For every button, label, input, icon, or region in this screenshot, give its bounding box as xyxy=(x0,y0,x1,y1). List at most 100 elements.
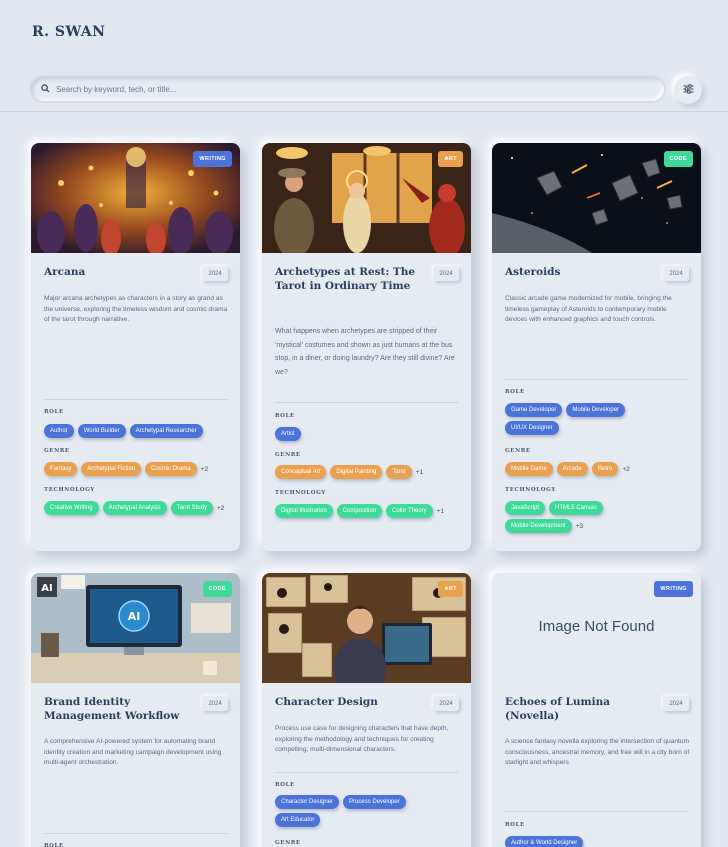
role-tag[interactable]: Archetypal Researcher xyxy=(129,424,203,438)
project-card-brand-identity[interactable]: AI AI CODE Brand Identity Management Wor… xyxy=(31,573,240,847)
category-badge: WRITING xyxy=(654,581,693,597)
role-tag[interactable]: World Builder xyxy=(77,424,126,438)
role-tags: Author World Builder Archetypal Research… xyxy=(44,424,234,438)
card-description: What happens when archetypes are strippe… xyxy=(275,328,455,376)
project-image-brand-identity: AI AI CODE xyxy=(31,573,240,683)
project-card-arcana[interactable]: WRITING Arcana 2024 Major arcana archety… xyxy=(31,143,240,551)
technology-tag[interactable]: Digital Illustration xyxy=(275,504,333,518)
project-card-archetypes-at-rest[interactable]: ART Archetypes at Rest: The Tarot in Ord… xyxy=(262,143,471,551)
card-title: Archetypes at Rest: The Tarot in Ordinar… xyxy=(275,266,416,292)
card-title: Arcana xyxy=(44,266,86,278)
genre-tag[interactable]: Conceptual Art xyxy=(275,465,327,479)
genre-tag[interactable]: Fantasy xyxy=(44,462,78,476)
card-divider xyxy=(275,772,458,773)
role-tag[interactable]: Process Developer xyxy=(343,795,406,809)
genre-tag[interactable]: Retro xyxy=(591,462,619,476)
project-image-placeholder: Image Not Found WRITING xyxy=(492,573,701,683)
genre-tags: Fantasy Archetypal Fiction Cosmic Drama … xyxy=(44,462,234,476)
technology-tag[interactable]: Composition xyxy=(336,504,383,518)
role-tags: Character Designer Process Developer Art… xyxy=(275,795,435,827)
technology-tag[interactable]: HTML5 Canvas xyxy=(549,501,603,515)
svg-text:AI: AI xyxy=(128,610,141,623)
card-description: A comprehensive AI-powered system for au… xyxy=(44,738,222,766)
role-tag[interactable]: Author xyxy=(44,424,74,438)
genre-more-count: +1 xyxy=(415,468,424,476)
role-label: ROLE xyxy=(275,413,295,419)
project-card-asteroids[interactable]: CODE Asteroids 2024 Classic arcade game … xyxy=(492,143,701,551)
category-badge: CODE xyxy=(202,581,232,597)
role-tag[interactable]: Mobile Developer xyxy=(566,403,626,417)
genre-tags: Conceptual Art Digital Painting Tarot +1 xyxy=(275,465,465,479)
project-image-arcana: WRITING xyxy=(31,143,240,253)
search-input[interactable] xyxy=(56,84,616,94)
role-tags: Author & World Designer xyxy=(505,836,695,847)
genre-label: GENRE xyxy=(275,840,301,846)
role-tag[interactable]: UI/UX Designer xyxy=(505,421,559,435)
card-divider xyxy=(44,399,227,400)
brand-logo[interactable]: R. SWAN xyxy=(32,24,105,40)
role-label: ROLE xyxy=(275,782,295,788)
role-tag[interactable]: Game Developer xyxy=(505,403,563,417)
category-badge: ART xyxy=(438,581,463,597)
genre-more-count: +2 xyxy=(622,465,630,473)
card-divider xyxy=(44,833,227,834)
project-card-character-design[interactable]: ART Character Design 2024 Process use ca… xyxy=(262,573,471,847)
card-divider xyxy=(505,811,688,812)
project-card-echoes-of-lumina[interactable]: Image Not Found WRITING Echoes of Lumina… xyxy=(492,573,701,847)
genre-label: GENRE xyxy=(505,448,531,454)
image-not-found-text: Image Not Found xyxy=(538,618,655,635)
role-tag[interactable]: Author & World Designer xyxy=(505,836,584,847)
genre-tag[interactable]: Tarot xyxy=(386,465,412,479)
technology-label: TECHNOLOGY xyxy=(505,487,556,493)
role-label: ROLE xyxy=(44,843,64,847)
role-tags: Artist xyxy=(275,427,465,441)
genre-tag[interactable]: Archetypal Fiction xyxy=(81,462,142,476)
technology-tag[interactable]: Tarot Study xyxy=(170,501,213,515)
card-title: Echoes of Lumina (Novella) xyxy=(505,696,611,722)
technology-tag[interactable]: Color Theory xyxy=(386,504,433,518)
year-badge: 2024 xyxy=(433,696,459,711)
year-badge: 2024 xyxy=(202,266,228,281)
genre-label: GENRE xyxy=(275,452,301,458)
genre-tag[interactable]: Cosmic Drama xyxy=(145,462,197,476)
search-icon xyxy=(41,80,50,98)
genre-tag[interactable]: Mobile Game xyxy=(505,462,553,476)
technology-label: TECHNOLOGY xyxy=(44,487,95,493)
technology-tag[interactable]: Creative Writing xyxy=(44,501,99,515)
search-bar xyxy=(31,77,664,101)
genre-tags: Mobile Game Arcade Retro +2 xyxy=(505,462,695,476)
card-description: Major arcana archetypes as characters in… xyxy=(44,295,228,323)
technology-more-count: +2 xyxy=(216,504,225,512)
role-label: ROLE xyxy=(44,409,64,415)
card-title: Character Design xyxy=(275,696,378,708)
technology-tags: JavaScript HTML5 Canvas Mobile Developme… xyxy=(505,501,655,533)
year-badge: 2024 xyxy=(663,266,689,281)
card-divider xyxy=(275,402,458,403)
project-image-character-design: ART xyxy=(262,573,471,683)
technology-tag[interactable]: JavaScript xyxy=(505,501,546,515)
role-tag[interactable]: Art Educator xyxy=(275,813,321,827)
genre-more-count: +2 xyxy=(200,465,209,473)
category-badge: ART xyxy=(438,151,463,167)
technology-tag[interactable]: Archetypal Analysis xyxy=(102,501,167,515)
technology-tag[interactable]: Mobile Development xyxy=(505,519,572,533)
card-title: Brand Identity Management Workflow xyxy=(44,696,180,722)
role-tags: Game Developer Mobile Developer UI/UX De… xyxy=(505,403,665,435)
role-label: ROLE xyxy=(505,822,525,828)
technology-label: TECHNOLOGY xyxy=(275,490,326,496)
role-tag[interactable]: Character Designer xyxy=(275,795,340,809)
filter-button[interactable] xyxy=(674,76,702,104)
card-title: Asteroids xyxy=(505,266,561,278)
header-divider xyxy=(0,111,728,112)
technology-tags: Creative Writing Archetypal Analysis Tar… xyxy=(44,501,234,515)
technology-more-count: +1 xyxy=(436,507,445,515)
card-description: Process use case for designing character… xyxy=(275,725,449,753)
year-badge: 2024 xyxy=(433,266,459,281)
genre-tag[interactable]: Arcade xyxy=(556,462,588,476)
sliders-icon xyxy=(683,81,694,99)
project-image-asteroids: CODE xyxy=(492,143,701,253)
genre-tag[interactable]: Digital Painting xyxy=(330,465,383,479)
role-tag[interactable]: Artist xyxy=(275,427,301,441)
year-badge: 2024 xyxy=(202,696,228,711)
genre-label: GENRE xyxy=(44,448,70,454)
